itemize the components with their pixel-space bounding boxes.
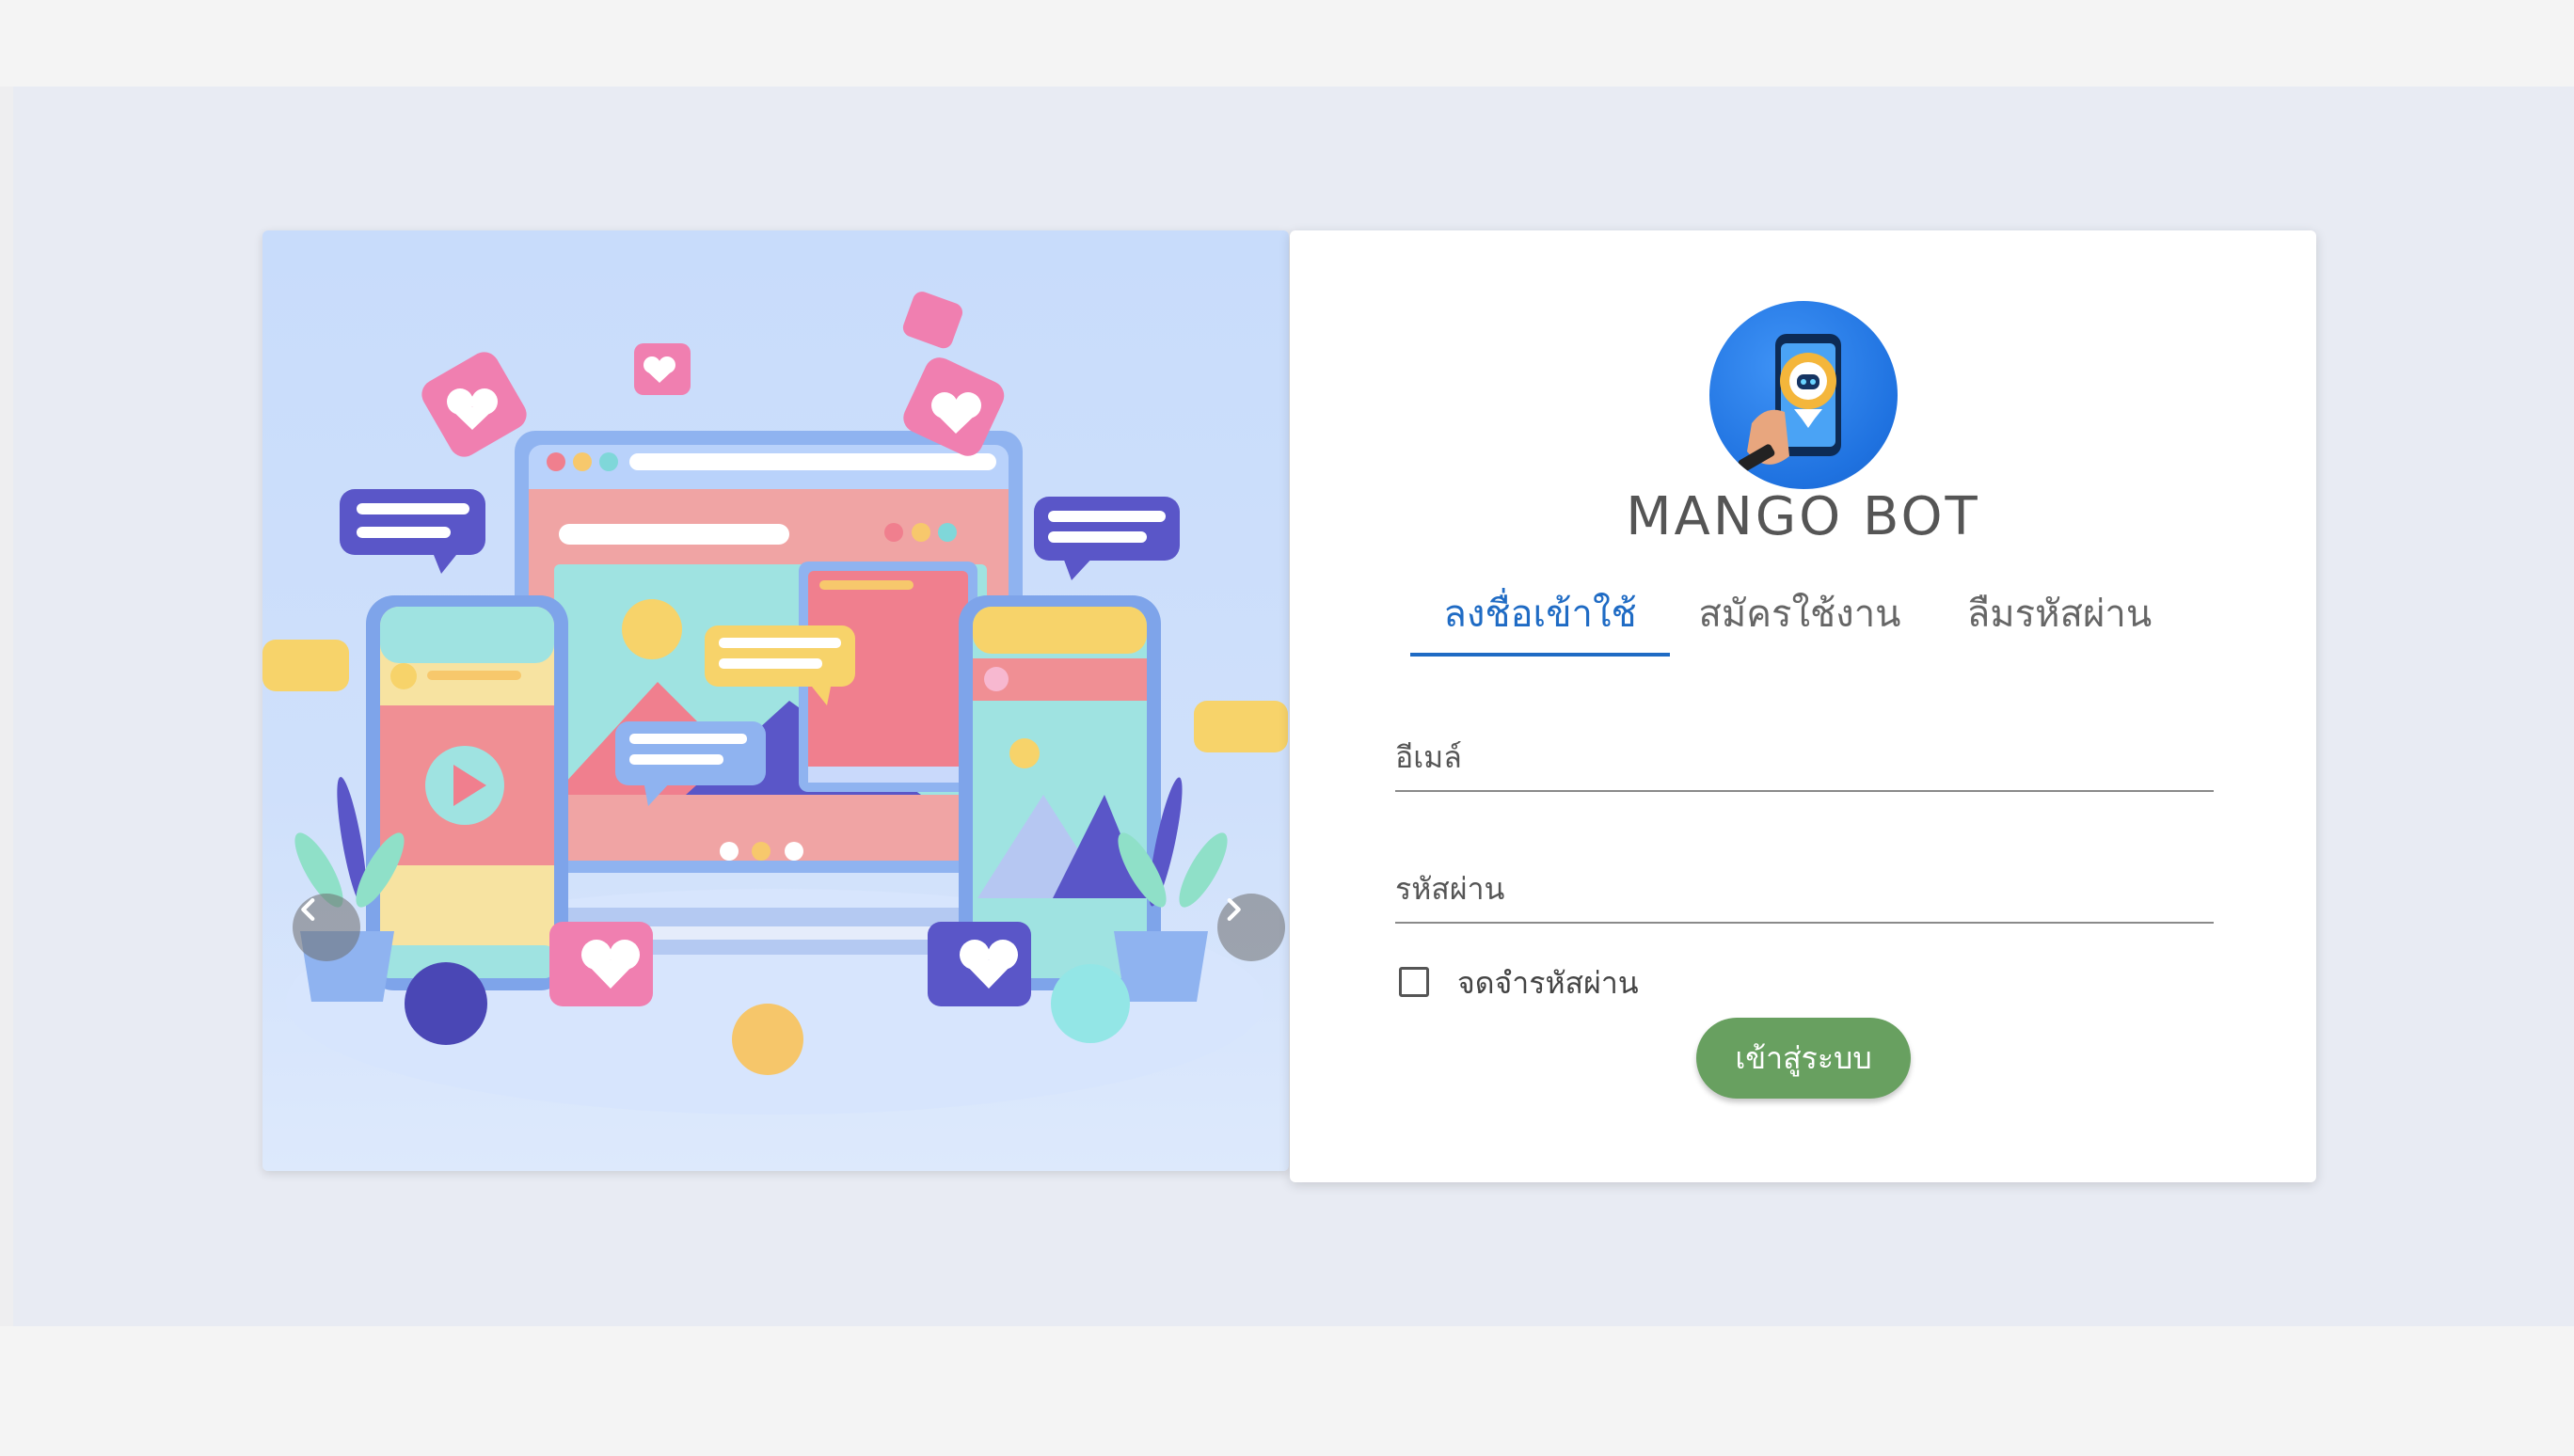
carousel-next-button[interactable] — [1217, 894, 1285, 961]
email-field-container: อีเมล์ — [1395, 734, 2217, 818]
email-underline — [1395, 790, 2214, 792]
remember-checkbox[interactable] — [1399, 967, 1429, 997]
left-edge — [0, 87, 13, 1326]
password-field[interactable] — [1395, 865, 2217, 924]
login-button[interactable]: เข้าสู่ระบบ — [1696, 1018, 1911, 1099]
logo-graphic — [1738, 334, 1841, 472]
carousel-prev-button[interactable] — [293, 894, 360, 961]
email-field[interactable] — [1395, 734, 2217, 792]
social-media-illustration — [262, 292, 1288, 1115]
remember-label: จดจำรหัสผ่าน — [1457, 965, 1639, 1001]
chevron-left-icon — [301, 897, 315, 922]
auth-tabs: ลงชื่อเข้าใช้ สมัครใช้งาน ลืมรหัสผ่าน — [1410, 569, 2210, 663]
password-field-container: รหัสผ่าน — [1395, 865, 2217, 950]
tab-login[interactable]: ลงชื่อเข้าใช้ — [1410, 569, 1670, 659]
password-underline — [1395, 922, 2214, 924]
active-tab-indicator — [1410, 653, 1670, 657]
carousel-image — [262, 230, 1289, 1171]
tab-forgot-password[interactable]: ลืมรหัสผ่าน — [1930, 569, 2189, 659]
brand-name: MANGO BOT — [1626, 486, 1980, 547]
chevron-right-icon — [1227, 897, 1241, 922]
robot-chat-phone-icon — [1709, 301, 1898, 489]
tab-register[interactable]: สมัครใช้งาน — [1670, 569, 1930, 659]
login-card: MANGO BOT ลงชื่อเข้าใช้ สมัครใช้งาน ลืมร… — [1290, 230, 2316, 1182]
